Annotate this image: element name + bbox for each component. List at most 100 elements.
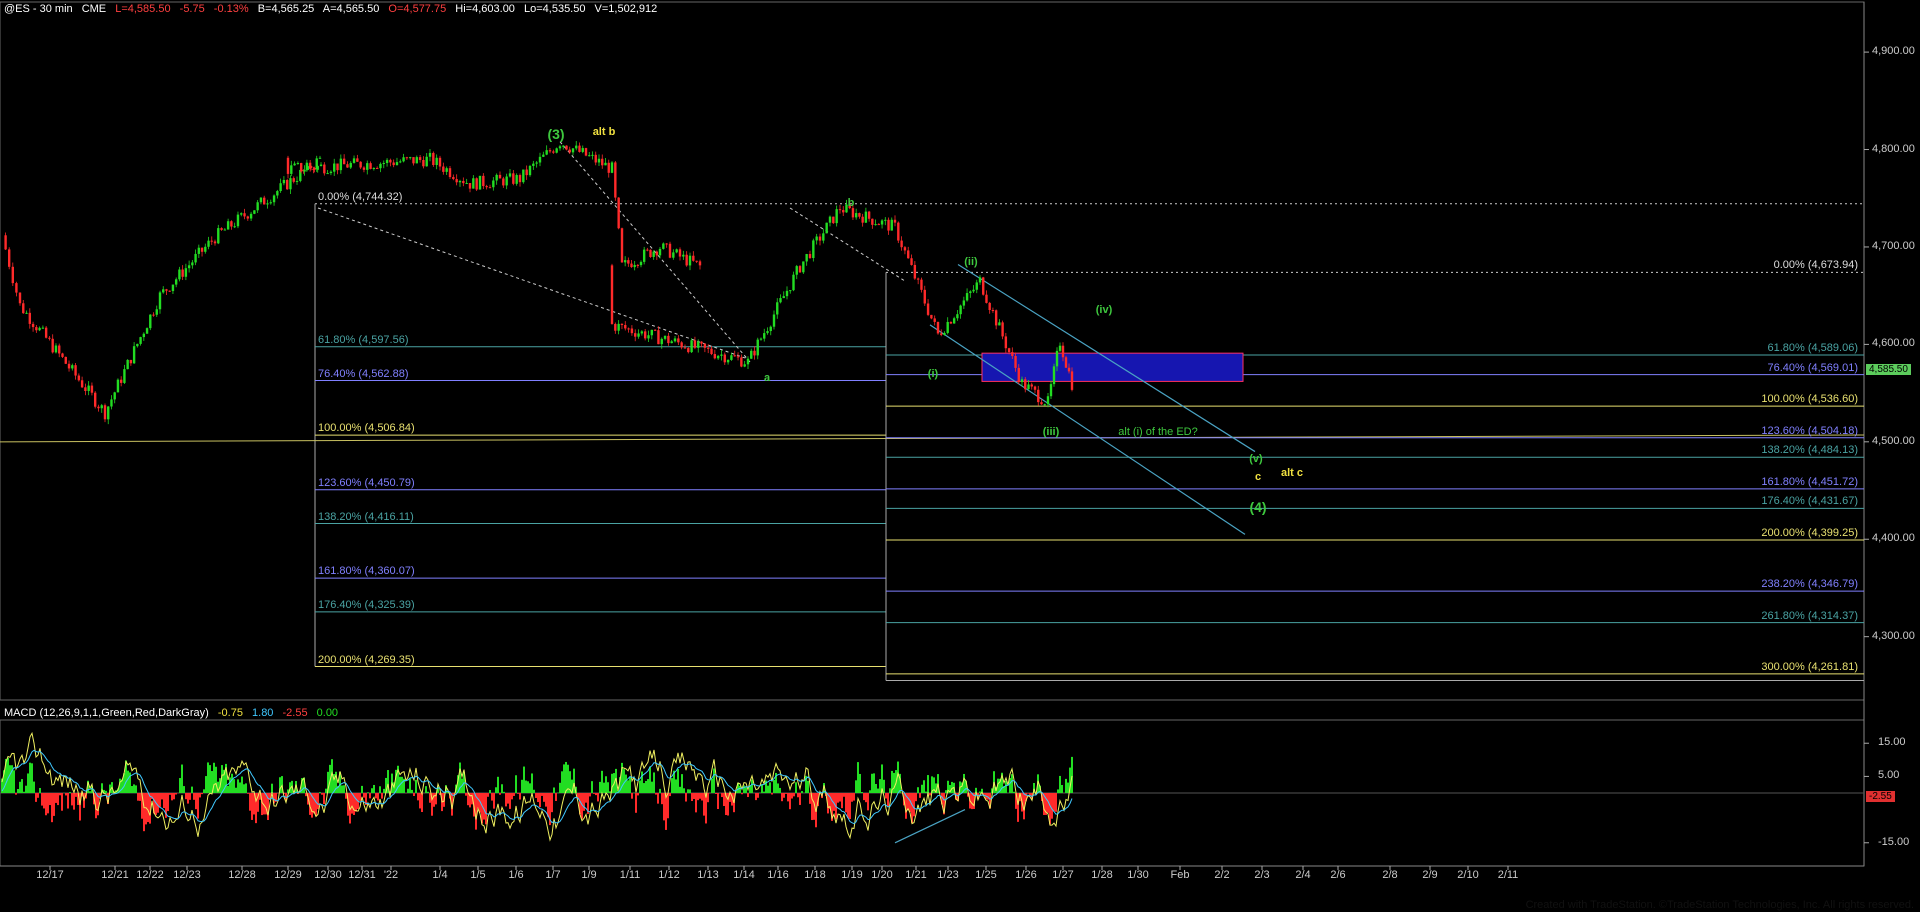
candle-body <box>636 264 640 266</box>
candle-body <box>627 260 630 264</box>
fib-right-label: 76.40% (4,569.01) <box>1767 361 1858 374</box>
candle-body <box>44 327 48 338</box>
x-tick-label: 2/4 <box>1295 869 1311 881</box>
candle-body <box>295 180 299 182</box>
candle-body <box>949 321 953 324</box>
macd-histogram-bar <box>1061 785 1063 793</box>
macd-histogram-bar <box>137 793 139 801</box>
candle-body <box>445 168 448 172</box>
x-tick-label: 1/23 <box>937 869 959 881</box>
fib-left-label: 100.00% (4,506.84) <box>318 422 415 435</box>
candle-body <box>795 266 798 275</box>
macd-histogram-bar <box>711 778 713 793</box>
candle-body <box>610 162 614 173</box>
candle-body <box>240 213 243 215</box>
candle-body <box>77 375 81 381</box>
macd-histogram-bar <box>751 779 753 793</box>
x-tick-label: 2/2 <box>1214 869 1230 881</box>
candle-body <box>588 155 591 157</box>
candle-body <box>339 158 343 171</box>
candle-body <box>562 145 565 147</box>
candle-body <box>74 365 77 376</box>
macd-histogram-bar <box>889 788 891 793</box>
wave-label: (3) <box>547 125 565 142</box>
candle-body <box>545 150 548 155</box>
symbol-header: @ES - 30 min CME L=4,585.50 -5.75 -0.13%… <box>4 3 663 15</box>
macd-histogram-bar <box>847 793 849 818</box>
macd-histogram-bar <box>907 793 909 810</box>
macd-histogram-bar <box>71 793 73 806</box>
candle-body <box>900 240 903 248</box>
macd-histogram-bar <box>721 793 723 798</box>
candle-body <box>97 406 100 409</box>
candle-body <box>956 314 959 319</box>
candle-body <box>558 146 562 149</box>
macd-histogram-bar <box>495 787 497 793</box>
x-tick-label: 12/23 <box>173 869 201 881</box>
macd-histogram-bar <box>227 785 229 793</box>
x-tick-label: 1/20 <box>871 869 893 881</box>
macd-histogram-bar <box>55 793 57 803</box>
candle-body <box>1007 348 1011 353</box>
macd-histogram-bar <box>47 793 49 814</box>
macd-histogram-bar <box>791 793 793 799</box>
candle-body <box>972 289 975 292</box>
macd-histogram-bar <box>763 791 765 793</box>
candle-body <box>379 163 382 169</box>
candle-body <box>828 216 832 223</box>
macd-histogram-bar <box>245 783 247 793</box>
macd-histogram-bar <box>45 793 47 816</box>
macd-histogram-bar <box>545 793 547 807</box>
macd-histogram-bar <box>595 793 597 796</box>
candle-body <box>293 163 296 166</box>
candle-body <box>126 359 129 370</box>
candle-body <box>936 321 940 334</box>
macd-histogram-bar <box>875 783 877 793</box>
macd-histogram-bar <box>1071 756 1073 793</box>
candle-body <box>642 249 646 262</box>
candle-body <box>276 191 279 196</box>
macd-histogram-bar <box>413 793 415 797</box>
candle-body <box>802 261 805 273</box>
macd-histogram-bar <box>505 793 507 807</box>
macd-histogram-bar <box>531 773 533 793</box>
macd-histogram-bar <box>653 772 655 793</box>
wave-label: c <box>1254 470 1262 483</box>
macd-histogram-bar <box>231 773 233 793</box>
y-tick-label: 4,600.00 <box>1872 337 1915 350</box>
macd-histogram-bar <box>917 787 919 793</box>
candle-body <box>720 354 723 356</box>
macd-histogram-bar <box>979 791 981 793</box>
macd-histogram-bar <box>383 788 385 793</box>
macd-histogram-bar <box>659 788 661 793</box>
chart-canvas[interactable] <box>0 0 1920 912</box>
x-tick-label: 1/11 <box>619 869 641 881</box>
candle-body <box>649 249 652 257</box>
candle-body <box>22 303 25 314</box>
candle-body <box>80 380 84 388</box>
candle-body <box>1070 371 1074 390</box>
candle-body <box>812 240 815 259</box>
x-tick-label: 1/12 <box>658 869 680 881</box>
x-tick-label: Feb <box>1170 869 1190 881</box>
macd-histogram-bar <box>971 793 973 810</box>
macd-histogram-bar <box>29 762 31 793</box>
macd-histogram-bar <box>629 777 631 793</box>
wave-label: a <box>763 372 771 385</box>
candle-body <box>220 228 223 230</box>
candle-body <box>402 157 405 162</box>
macd-histogram-bar <box>421 793 423 813</box>
bid-price: B=4,565.25 <box>257 3 315 15</box>
macd-histogram-bar <box>679 786 681 793</box>
macd-histogram-bar <box>229 777 231 793</box>
macd-histogram-bar <box>377 793 379 801</box>
macd-histogram-bar <box>19 781 21 793</box>
macd-histogram-bar <box>369 793 371 799</box>
macd-histogram-bar <box>323 793 325 804</box>
candle-body <box>329 171 333 174</box>
dashed-connector-line <box>559 141 751 363</box>
candle-body <box>743 364 746 367</box>
candle-body <box>366 163 369 170</box>
macd-histogram-bar <box>67 793 69 809</box>
macd-histogram-bar <box>61 793 63 811</box>
